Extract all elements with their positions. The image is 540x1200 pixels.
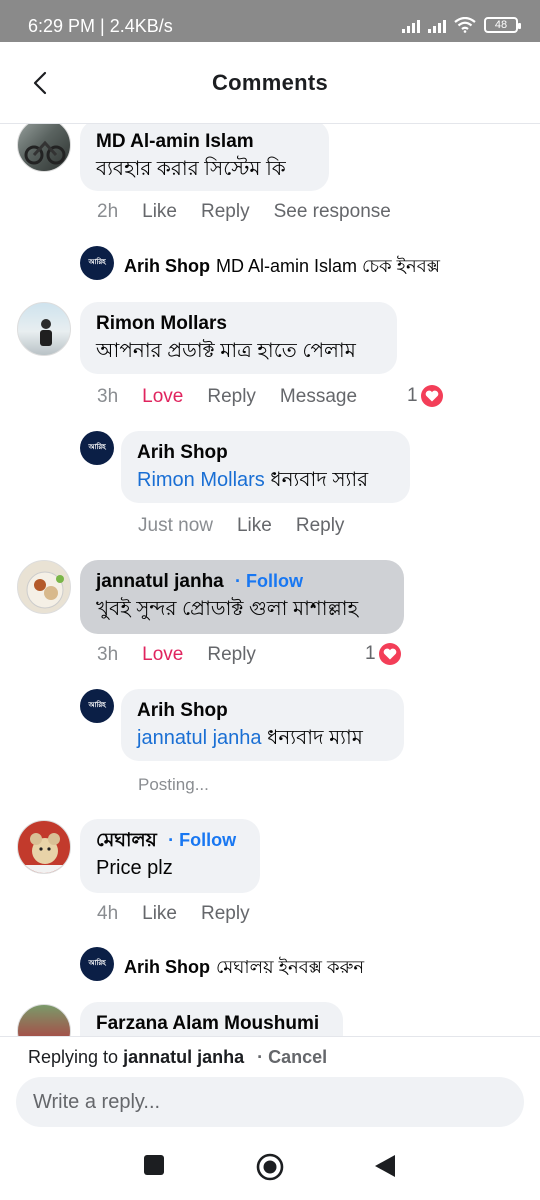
wifi-icon	[454, 17, 476, 33]
shop-logo[interactable]: আরিহ	[80, 689, 114, 723]
follow-label: Follow	[179, 830, 237, 850]
reply-button[interactable]: Reply	[201, 903, 250, 924]
comment-time: 3h	[97, 386, 119, 407]
reaction-count-number: 1	[407, 385, 418, 406]
replying-to-label: Replying to jannatul janha · Cancel	[28, 1047, 327, 1068]
comment-text: Price plz	[96, 857, 173, 879]
page-title: Comments	[211, 70, 329, 95]
reply-preview[interactable]: Arih Shop MD Al-amin Islam চেক ইনবক্স	[124, 252, 440, 283]
reply-time: Just now	[138, 515, 213, 536]
reply-text: ধন্যবাদ ম্যাম	[267, 727, 363, 749]
follow-button[interactable]: · Follow	[235, 571, 303, 591]
reaction-count[interactable]: 1	[365, 643, 401, 665]
like-button[interactable]: Like	[142, 201, 177, 222]
status-icons: 48	[402, 17, 521, 33]
avatar[interactable]	[17, 302, 71, 356]
avatar[interactable]	[17, 1004, 71, 1036]
see-response-button[interactable]: See response	[274, 201, 391, 222]
reply-button[interactable]: Reply	[207, 644, 256, 665]
reply-author[interactable]: Arih Shop	[137, 698, 388, 723]
comment-author[interactable]: মেঘালয়	[96, 830, 157, 851]
reply-author[interactable]: Arih Shop	[137, 440, 394, 465]
follow-label: Follow	[246, 571, 304, 591]
comments-header: Comments	[0, 42, 540, 124]
reply-bubble[interactable]: Arih Shop jannatul janha ধন্যবাদ ম্যাম	[121, 689, 404, 761]
battery-icon: 48	[484, 17, 521, 33]
reply-input[interactable]	[16, 1077, 524, 1127]
shop-logo[interactable]: আরিহ	[80, 947, 114, 981]
reply-preview-text: MD Al-amin Islam চেক ইনবক্স	[216, 256, 440, 276]
reply-actions: Just now Like Reply	[138, 515, 368, 537]
like-button[interactable]: Like	[142, 903, 177, 924]
comment-actions: 4h Like Reply	[97, 903, 274, 925]
love-button[interactable]: Love	[142, 644, 183, 665]
status-bar: 6:29 PM | 2.4KB/s 48	[0, 0, 540, 42]
comment-author[interactable]: Farzana Alam Moushumi	[96, 1011, 327, 1036]
cancel-label: Cancel	[268, 1047, 328, 1067]
comment-text: আপনার প্রডাক্ট মাত্র হাতে পেলাম	[96, 340, 356, 362]
cancel-reply-button[interactable]: · Cancel	[257, 1047, 327, 1067]
reply-author[interactable]: Arih Shop	[124, 957, 210, 977]
system-nav-bar	[0, 1134, 540, 1200]
reaction-count-number: 1	[365, 643, 376, 664]
mention-tag[interactable]: Rimon Mollars	[137, 469, 265, 491]
avatar[interactable]	[17, 560, 71, 614]
square-nav-icon[interactable]	[143, 1154, 165, 1176]
comment-time: 2h	[97, 201, 119, 222]
signal-icon	[428, 19, 446, 33]
separator-dot: ·	[257, 1047, 264, 1067]
comment-time: 4h	[97, 903, 119, 924]
comment-author-line: মেঘালয় · Follow	[96, 828, 244, 853]
comment-actions: 2h Like Reply See response	[97, 201, 415, 223]
follow-button[interactable]: · Follow	[168, 830, 236, 850]
status-time: 6:29 PM | 2.4KB/s	[28, 16, 173, 36]
reply-preview[interactable]: Arih Shop মেঘালয় ইনবক্স করুন	[124, 953, 364, 984]
signal-icon	[402, 19, 420, 33]
heart-reaction-icon	[420, 385, 443, 407]
love-button[interactable]: Love	[142, 386, 183, 407]
comment-author[interactable]: Rimon Mollars	[96, 311, 381, 336]
replying-target: jannatul janha	[123, 1047, 245, 1067]
mention-tag[interactable]: jannatul janha	[137, 727, 262, 749]
avatar[interactable]	[17, 124, 71, 172]
message-button[interactable]: Message	[280, 386, 357, 407]
back-nav-icon[interactable]	[374, 1154, 396, 1178]
comment-bubble-selected[interactable]: jannatul janha · Follow খুবই সুন্দর প্রো…	[80, 560, 404, 634]
reply-composer: Replying to jannatul janha · Cancel	[0, 1036, 540, 1130]
avatar[interactable]	[17, 820, 71, 874]
reply-preview-text: মেঘালয় ইনবক্স করুন	[216, 957, 365, 977]
comment-bubble[interactable]: Farzana Alam Moushumi	[80, 1002, 343, 1036]
reply-button[interactable]: Reply	[296, 515, 345, 536]
comment-author-line: jannatul janha · Follow	[96, 569, 388, 594]
reply-actions: Posting...	[138, 775, 233, 795]
comment-actions: 3h Love Reply Message	[97, 386, 381, 408]
heart-reaction-icon	[378, 643, 401, 665]
shop-logo[interactable]: আরিহ	[80, 246, 114, 280]
reply-text-line: Rimon Mollars ধন্যবাদ স্যার	[137, 465, 394, 495]
shop-logo[interactable]: আরিহ	[80, 431, 114, 465]
comment-author[interactable]: MD Al-amin Islam	[96, 129, 313, 154]
comment-actions: 3h Love Reply	[97, 644, 280, 666]
reply-text: ধন্যবাদ স্যার	[270, 469, 369, 491]
comment-time: 3h	[97, 644, 119, 665]
reaction-count[interactable]: 1	[407, 385, 443, 407]
comment-bubble[interactable]: মেঘালয় · Follow Price plz	[80, 819, 260, 893]
comment-author[interactable]: jannatul janha	[96, 571, 224, 592]
comment-bubble[interactable]: Rimon Mollars আপনার প্রডাক্ট মাত্র হাতে …	[80, 302, 397, 374]
replying-prefix: Replying to	[28, 1047, 119, 1067]
comment-text: খুবই সুন্দর প্রোডাক্ট গুলা মাশাল্লাহ	[96, 598, 359, 620]
comment-list[interactable]: MD Al-amin Islam ব্যবহার করার সিস্টেম কি…	[0, 124, 540, 1036]
reply-button[interactable]: Reply	[201, 201, 250, 222]
home-nav-icon[interactable]	[256, 1153, 284, 1181]
comment-text: ব্যবহার করার সিস্টেম কি	[96, 158, 286, 180]
like-button[interactable]: Like	[237, 515, 272, 536]
reply-author[interactable]: Arih Shop	[124, 256, 210, 276]
comment-bubble[interactable]: MD Al-amin Islam ব্যবহার করার সিস্টেম কি	[80, 124, 329, 191]
reply-button[interactable]: Reply	[207, 386, 256, 407]
posting-status: Posting...	[138, 775, 209, 794]
reply-text-line: jannatul janha ধন্যবাদ ম্যাম	[137, 723, 388, 753]
reply-bubble[interactable]: Arih Shop Rimon Mollars ধন্যবাদ স্যার	[121, 431, 410, 503]
